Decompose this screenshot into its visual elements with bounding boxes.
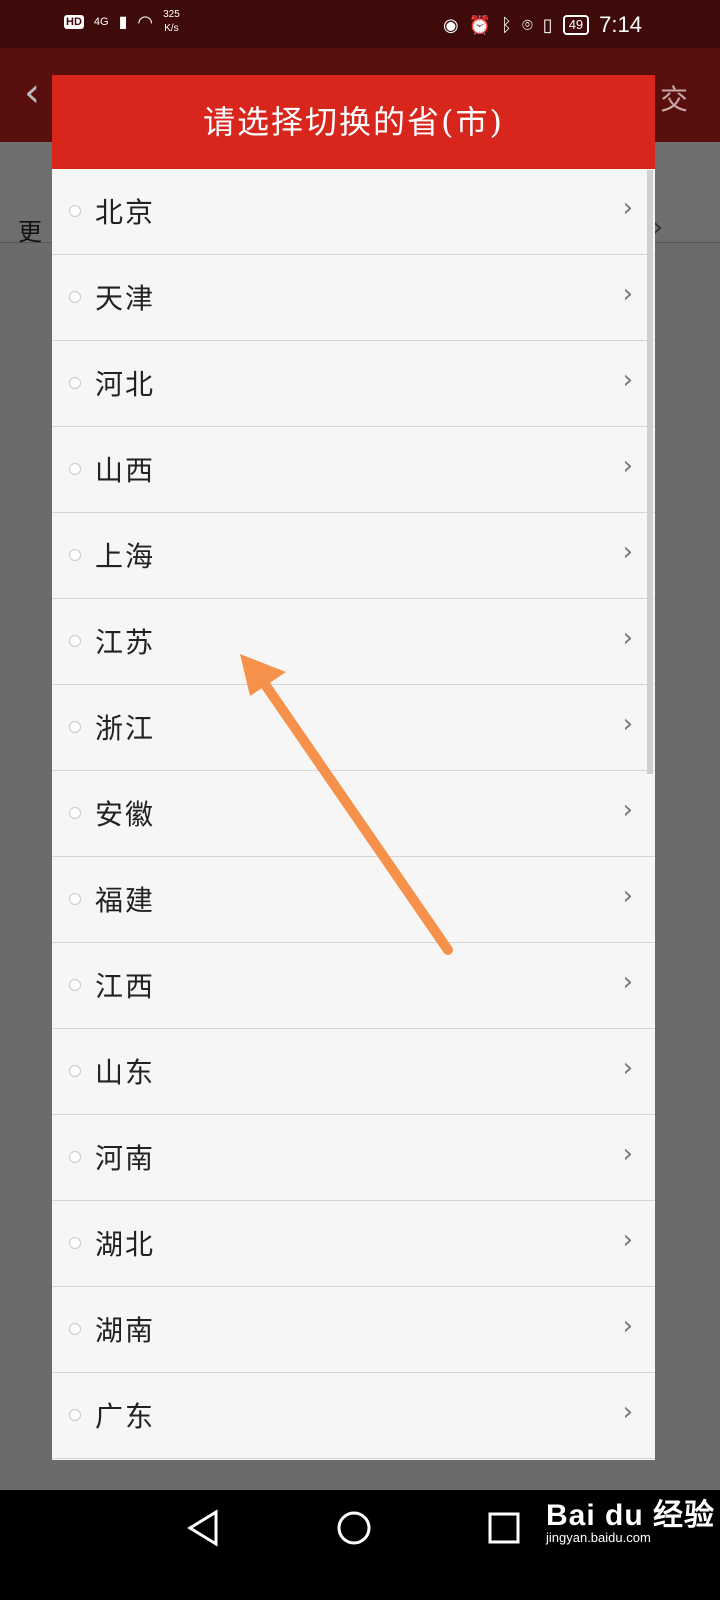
radio-icon[interactable] — [69, 721, 81, 733]
radio-icon[interactable] — [69, 205, 81, 217]
list-item[interactable]: 浙江 › — [52, 685, 655, 771]
chevron-right-icon: › — [622, 795, 633, 825]
list-item[interactable]: 北京 › — [52, 169, 655, 255]
list-item[interactable]: 安徽 › — [52, 771, 655, 857]
list-item-label: 浙江 — [95, 712, 156, 745]
net-speed: 325 K/s — [163, 8, 180, 36]
list-item-label: 山西 — [95, 454, 156, 487]
radio-icon[interactable] — [69, 635, 81, 647]
network-type: 4G — [93, 16, 109, 28]
list-item[interactable]: 山西 › — [52, 427, 655, 513]
dialog-title: 请选择切换的省(市) — [52, 75, 655, 169]
watermark: Bai du 经验 jingyan.baidu.com — [546, 1490, 715, 1545]
hd-badge: HD — [64, 15, 84, 29]
list-item[interactable]: 上海 › — [52, 513, 655, 599]
chevron-right-icon: › — [622, 967, 633, 997]
chevron-right-icon: › — [622, 451, 633, 481]
radio-icon[interactable] — [69, 463, 81, 475]
list-item[interactable]: 山东 › — [52, 1029, 655, 1115]
time: 7:14 — [599, 12, 642, 37]
radio-icon[interactable] — [69, 549, 81, 561]
list-item-label: 湖北 — [95, 1228, 156, 1261]
chevron-right-icon: › — [622, 1397, 633, 1427]
chevron-right-icon: › — [622, 709, 633, 739]
radio-icon[interactable] — [69, 893, 81, 905]
list-item[interactable]: 河北 › — [52, 341, 655, 427]
scrollbar[interactable] — [647, 170, 653, 774]
list-item-label: 天津 — [95, 282, 156, 315]
list-item[interactable]: 福建 › — [52, 857, 655, 943]
status-bar: HD 4G ▮ ◠ 325 K/s ◉ ⏰ ᛒ ⌾ ▯ 49 7:14 — [0, 0, 720, 48]
chevron-right-icon: › — [622, 279, 633, 309]
signal-icon: ▮ — [118, 14, 128, 31]
list-item[interactable]: 湖南 › — [52, 1287, 655, 1373]
wifi-icon: ◠ — [137, 11, 154, 32]
watermark-brand: Bai du 经验 — [546, 1499, 716, 1532]
list-item-label: 安徽 — [95, 798, 156, 831]
battery-icon: 49 — [562, 15, 590, 35]
radio-icon[interactable] — [69, 979, 81, 991]
list-item[interactable]: 江西 › — [52, 943, 655, 1029]
alarm-icon: ⏰ — [468, 14, 492, 35]
back-icon[interactable]: ‹ — [24, 70, 40, 116]
list-item-label: 河北 — [95, 368, 156, 401]
background-row-text: 更 — [18, 218, 42, 246]
radio-icon[interactable] — [69, 1065, 81, 1077]
list-item[interactable]: 河南 › — [52, 1115, 655, 1201]
eye-icon: ◉ — [443, 14, 459, 35]
province-picker-dialog: 请选择切换的省(市) 北京 › 天津 › 河北 › 山西 › 上海 › 江苏 › 浙江 › 安徽 › 福建 › 江西… — [52, 75, 655, 1460]
chevron-right-icon: › — [622, 1053, 633, 1083]
net-speed-unit: K/s — [164, 23, 179, 34]
chevron-right-icon: › — [622, 365, 633, 395]
list-item-label: 广东 — [95, 1400, 156, 1433]
chevron-right-icon: › — [622, 1311, 633, 1341]
nav-home-icon[interactable] — [335, 1508, 373, 1552]
province-list: 北京 › 天津 › 河北 › 山西 › 上海 › 江苏 › 浙江 › 安徽 › 福建 › 江西 › 山东 › 河南 › 湖北 › 湖… — [52, 169, 655, 1459]
list-item-label: 山东 — [95, 1056, 156, 1089]
nav-recents-icon[interactable] — [487, 1508, 521, 1552]
background-header-action: 交 — [660, 83, 689, 116]
status-left: HD 4G ▮ ◠ 325 K/s — [64, 8, 180, 36]
list-item-label: 上海 — [95, 540, 156, 573]
vibrate-icon: ▯ — [542, 14, 553, 35]
list-item[interactable]: 江苏 › — [52, 599, 655, 685]
nav-back-icon[interactable] — [186, 1508, 220, 1552]
radio-icon[interactable] — [69, 1237, 81, 1249]
chevron-right-icon: › — [622, 1225, 633, 1255]
radio-icon[interactable] — [69, 377, 81, 389]
radio-icon[interactable] — [69, 1409, 81, 1421]
radio-icon[interactable] — [69, 1323, 81, 1335]
bluetooth-icon: ᛒ — [501, 14, 512, 35]
radio-icon[interactable] — [69, 291, 81, 303]
list-item-label: 河南 — [95, 1142, 156, 1175]
chevron-right-icon: › — [622, 1139, 633, 1169]
list-item-label: 江西 — [95, 970, 156, 1003]
radio-icon[interactable] — [69, 1151, 81, 1163]
list-item[interactable]: 天津 › — [52, 255, 655, 341]
location-icon: ⌾ — [521, 14, 533, 35]
chevron-right-icon: › — [622, 193, 633, 223]
chevron-right-icon: › — [622, 537, 633, 567]
chevron-right-icon: › — [622, 623, 633, 653]
radio-icon[interactable] — [69, 807, 81, 819]
status-right: ◉ ⏰ ᛒ ⌾ ▯ 49 7:14 — [443, 12, 642, 38]
list-item[interactable]: 湖北 › — [52, 1201, 655, 1287]
chevron-right-icon: › — [622, 881, 633, 911]
list-item-label: 湖南 — [95, 1314, 156, 1347]
net-speed-value: 325 — [163, 9, 180, 20]
list-item[interactable]: 广东 › — [52, 1373, 655, 1459]
list-item-label: 福建 — [95, 884, 156, 917]
list-item-label: 北京 — [95, 196, 156, 229]
list-item-label: 江苏 — [95, 626, 156, 659]
